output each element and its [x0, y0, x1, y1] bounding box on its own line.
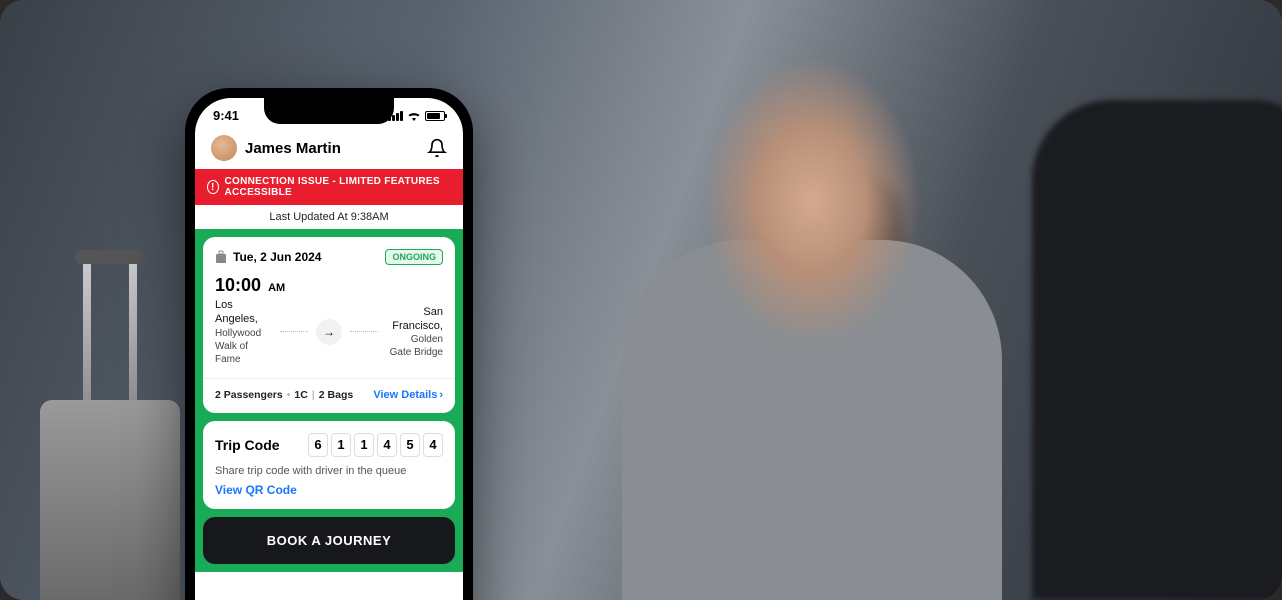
trip-code-desc: Share trip code with driver in the queue: [215, 465, 443, 477]
view-qr-link[interactable]: View QR Code: [215, 483, 443, 497]
phone-home-screen: 9:41 James Martin ! CONNECTION ISSUE - L…: [185, 88, 473, 600]
trip-code-digits: 6 1 1 4 5 4: [308, 433, 443, 457]
book-journey-button[interactable]: BOOK A JOURNEY: [203, 517, 455, 564]
username: James Martin: [245, 140, 341, 157]
bell-icon[interactable]: [427, 138, 447, 158]
status-badge-ongoing: ONGOING: [385, 249, 443, 265]
avatar[interactable]: [211, 135, 237, 161]
status-time: 9:41: [213, 108, 239, 123]
journey-time: 10:00 AM: [215, 275, 443, 296]
connection-alert: ! CONNECTION ISSUE - LIMITED FEATURES AC…: [195, 169, 463, 205]
dest-detail: Golden Gate Bridge: [386, 333, 443, 359]
chevron-right-icon: ›: [439, 389, 443, 401]
view-details-link[interactable]: View Details ›: [373, 389, 443, 401]
trip-code-card: Trip Code 6 1 1 4 5 4 Share trip code wi…: [203, 421, 455, 509]
origin-city: Los Angeles,: [215, 298, 272, 327]
suitcase-icon: [215, 250, 227, 264]
origin-detail: Hollywood Walk of Fame: [215, 327, 272, 366]
dest-city: San Francisco,: [386, 305, 443, 334]
phone-notch: [264, 98, 394, 124]
promo-stage: 9:41 Martin⌄ NEYS HISTORY All Journeys⌄ …: [0, 0, 1282, 600]
journey-meta: 2 Passengers•1C|2 Bags: [215, 389, 353, 401]
arrow-right-icon: →: [316, 319, 342, 345]
last-updated: Last Updated At 9:38AM: [195, 205, 463, 229]
journey-date: Tue, 2 Jun 2024: [233, 250, 321, 264]
alert-icon: !: [207, 180, 219, 194]
trip-code-title: Trip Code: [215, 437, 280, 453]
battery-icon: [425, 111, 445, 121]
journey-card: Tue, 2 Jun 2024 ONGOING 10:00 AM Los Ang…: [203, 237, 455, 413]
suitcase-prop: [40, 240, 180, 600]
wifi-icon: [407, 111, 421, 121]
